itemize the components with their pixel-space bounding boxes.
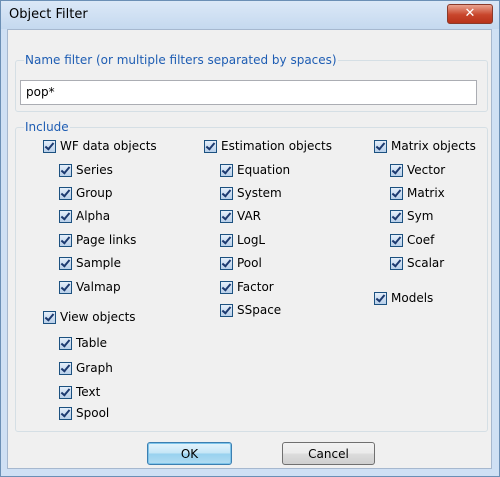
checkbox-checked-icon <box>390 164 403 177</box>
checkbox-checked-icon <box>220 210 233 223</box>
name-filter-input[interactable] <box>21 81 471 102</box>
checkbox-checked-icon <box>390 234 403 247</box>
checkbox-checked-icon <box>59 210 72 223</box>
close-button[interactable]: ✕ <box>447 4 493 24</box>
name-filter-label: Name filter (or multiple filters separat… <box>24 53 338 67</box>
checkbox-checked-icon <box>374 292 387 305</box>
checkbox-checked-icon <box>220 257 233 270</box>
checkbox-checked-icon <box>59 362 72 375</box>
name-filter-textbox[interactable] <box>20 80 477 105</box>
checkbox-checked-icon <box>43 311 56 324</box>
checkbox-checked-icon <box>59 234 72 247</box>
checkbox-checked-icon <box>220 234 233 247</box>
include-label: Include <box>24 120 70 134</box>
checkbox-checked-icon <box>59 337 72 350</box>
checkbox-checked-icon <box>59 257 72 270</box>
checkbox-checked-icon <box>220 164 233 177</box>
dialog-title: Object Filter <box>9 7 88 22</box>
checkbox-checked-icon <box>59 281 72 294</box>
checkbox-checked-icon <box>220 304 233 317</box>
checkbox-checked-icon <box>390 210 403 223</box>
checkbox-checked-icon <box>220 281 233 294</box>
checkbox-checked-icon <box>220 187 233 200</box>
close-icon: ✕ <box>464 6 476 21</box>
checkbox-checked-icon <box>59 187 72 200</box>
checkbox-checked-icon <box>43 140 56 153</box>
checkbox-checked-icon <box>204 140 217 153</box>
ok-button[interactable]: OK <box>147 442 232 465</box>
checkbox-checked-icon <box>59 164 72 177</box>
checkbox-checked-icon <box>374 140 387 153</box>
title-bar: Object Filter ✕ <box>1 1 499 29</box>
checkbox-checked-icon <box>59 386 72 399</box>
cancel-button[interactable]: Cancel <box>282 442 375 465</box>
checkbox-checked-icon <box>390 257 403 270</box>
checkbox-checked-icon <box>390 187 403 200</box>
checkbox-checked-icon <box>59 407 72 420</box>
